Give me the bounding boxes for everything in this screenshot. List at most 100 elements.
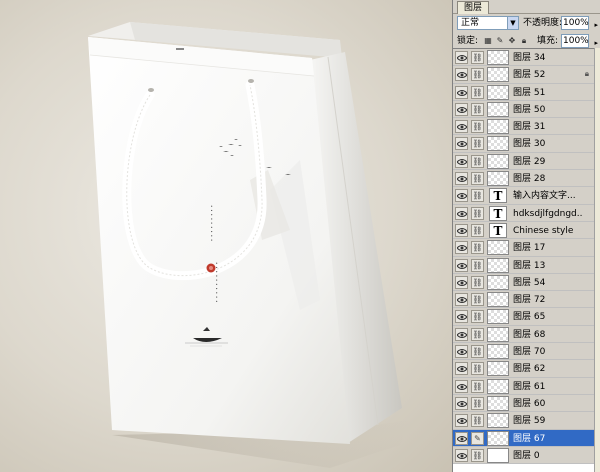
eye-icon[interactable] [455, 154, 468, 168]
link-icon[interactable]: ⛓ [471, 362, 484, 376]
shopping-bag-photo [88, 22, 410, 468]
eye-icon[interactable] [455, 241, 468, 255]
link-icon[interactable]: ⛓ [471, 102, 484, 116]
opacity-input[interactable]: 100% ▸ [561, 16, 598, 30]
link-icon[interactable]: ⛓ [471, 414, 484, 428]
link-icon[interactable]: ⛓ [471, 51, 484, 64]
layer-thumbnail [487, 344, 509, 360]
blend-mode-value: 正常 [461, 18, 480, 28]
eye-icon[interactable] [455, 431, 468, 445]
document-canvas[interactable]: • • • • • • • • • • • • • • • • • • • [0, 0, 452, 472]
link-icon[interactable]: ⛓ [471, 448, 484, 462]
layer-row[interactable]: ⛓ 图层 50 [453, 100, 595, 119]
link-icon[interactable]: ⛓ [471, 137, 484, 151]
link-icon[interactable]: ⛓ [471, 258, 484, 272]
layer-row[interactable]: ⛓ 图层 13 [453, 256, 595, 274]
photoshop-window: • • • • • • • • • • • • • • • • • • • 图层… [0, 0, 600, 472]
layer-name: 图层 65 [513, 312, 546, 323]
eye-icon[interactable] [455, 362, 468, 376]
eye-icon[interactable] [455, 310, 468, 324]
layer-row[interactable]: ⛓ 图层 61 [453, 377, 595, 395]
layer-row[interactable]: ⛓ 图层 0 [453, 446, 595, 465]
layer-name: 图层 68 [513, 329, 546, 340]
link-icon[interactable]: ⛓ [471, 68, 484, 82]
layer-row[interactable]: ⛓ 图层 52 🔒︎ [453, 66, 595, 84]
layer-row[interactable]: ⛓ T 输入内容文字... [453, 187, 595, 205]
layer-row[interactable]: ⛓ 图层 31 [453, 118, 595, 136]
fill-input[interactable]: 100% ▸ [561, 34, 598, 48]
layer-row[interactable]: ⛓ 图层 68 [453, 325, 595, 344]
eye-icon[interactable] [455, 223, 468, 237]
layer-row[interactable]: ⛓ 图层 62 [453, 360, 595, 378]
link-icon[interactable]: ⛓ [471, 154, 484, 168]
eye-icon[interactable] [455, 345, 468, 359]
eye-icon[interactable] [455, 206, 468, 220]
eye-icon[interactable] [455, 172, 468, 186]
link-icon[interactable]: ⛓ [471, 120, 484, 134]
eye-icon[interactable] [455, 68, 468, 82]
link-icon[interactable]: ⛓ [471, 275, 484, 289]
eye-icon[interactable] [455, 327, 468, 341]
eye-icon[interactable] [455, 293, 468, 307]
layer-thumbnail [487, 292, 509, 308]
brush-icon[interactable]: ✎ [471, 431, 484, 445]
layer-thumbnail [487, 413, 509, 429]
link-icon[interactable]: ⛓ [471, 223, 484, 237]
blend-opacity-row: 正常 ▼ 不透明度: 100% ▸ [453, 14, 600, 32]
layer-row[interactable]: ⛓ 图层 29 [453, 152, 595, 171]
link-icon[interactable]: ⛓ [471, 345, 484, 359]
layer-thumbnail [487, 67, 509, 83]
eye-icon[interactable] [455, 137, 468, 151]
chevron-right-icon[interactable]: ▸ [594, 19, 598, 31]
link-icon[interactable]: ⛓ [471, 189, 484, 203]
eye-icon[interactable] [455, 51, 468, 64]
lock-move-icon[interactable]: ✥ [508, 36, 516, 45]
layer-name: 图层 17 [513, 243, 546, 254]
eye-icon[interactable] [455, 102, 468, 116]
layer-row[interactable]: ⛓ 图层 59 [453, 412, 595, 430]
text-layer-icon: T [489, 222, 507, 238]
link-icon[interactable]: ⛓ [471, 85, 484, 99]
layer-row[interactable]: ⛓ 图层 30 [453, 135, 595, 153]
layer-row[interactable]: ⛓ 图层 65 [453, 308, 595, 326]
link-icon[interactable]: ⛓ [471, 379, 484, 393]
layer-row[interactable]: ⛓ 图层 17 [453, 239, 595, 257]
link-icon[interactable]: ⛓ [471, 310, 484, 324]
eye-icon[interactable] [455, 189, 468, 203]
eye-icon[interactable] [455, 414, 468, 428]
link-icon[interactable]: ⛓ [471, 396, 484, 410]
tab-layers[interactable]: 图层 [457, 1, 490, 14]
layer-thumbnail [487, 326, 509, 342]
lock-all-icon[interactable]: 🔒︎ [520, 36, 528, 45]
eye-icon[interactable] [455, 396, 468, 410]
link-icon[interactable]: ⛓ [471, 206, 484, 220]
eye-icon[interactable] [455, 275, 468, 289]
eye-icon[interactable] [455, 85, 468, 99]
layer-name: 图层 0 [513, 450, 540, 461]
layer-row[interactable]: ⛓ Thdksdjlfgdngd... [453, 204, 595, 222]
blend-mode-select[interactable]: 正常 ▼ [457, 16, 519, 30]
lock-paint-icon[interactable]: ✎ [496, 36, 504, 45]
link-icon[interactable]: ⛓ [471, 293, 484, 307]
eye-icon[interactable] [455, 258, 468, 272]
layer-row[interactable]: ⛓ T Chinese style [453, 221, 595, 240]
eye-icon[interactable] [455, 379, 468, 393]
layer-row[interactable]: ⛓ 图层 70 [453, 343, 595, 361]
layer-row[interactable]: ✎ 图层 67 [453, 429, 595, 447]
layer-row[interactable]: ⛓ 图层 54 [453, 273, 595, 292]
link-icon[interactable]: ⛓ [471, 327, 484, 341]
layer-row[interactable]: ⛓ 图层 34 [453, 49, 595, 67]
link-icon[interactable]: ⛓ [471, 172, 484, 186]
layer-row[interactable]: ⛓ 图层 28 [453, 170, 595, 188]
eye-icon[interactable] [455, 120, 468, 134]
layer-thumbnail [487, 136, 509, 152]
layer-row[interactable]: ⛓ 图层 51 [453, 83, 595, 101]
eye-icon[interactable] [455, 448, 468, 462]
link-icon[interactable]: ⛓ [471, 241, 484, 255]
layers-panel: 图层 正常 ▼ 不透明度: 100% ▸ 锁定: ▦ ✎ ✥ 🔒︎ 填充: 10… [452, 0, 600, 472]
lock-transparency-icon[interactable]: ▦ [484, 36, 492, 45]
panel-tabbar: 图层 [453, 0, 600, 14]
layers-scrollbar[interactable] [594, 48, 600, 472]
layer-row[interactable]: ⛓ 图层 60 [453, 394, 595, 413]
layer-row[interactable]: ⛓ 图层 72 [453, 291, 595, 309]
